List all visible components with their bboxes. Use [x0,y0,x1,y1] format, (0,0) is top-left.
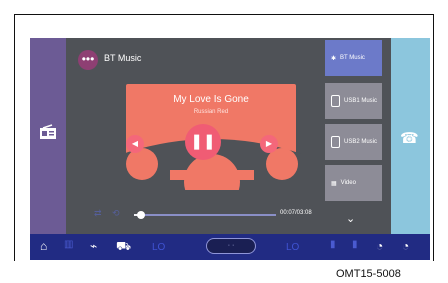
left-temp-lo[interactable]: LO [152,242,165,253]
source-usb2-music[interactable]: USB2 Music [325,124,382,160]
dots-icon[interactable]: ••• [78,50,98,70]
next-button[interactable]: ▶ [260,135,278,153]
source-label: USB1 Music [344,98,378,104]
source-usb1-music[interactable]: USB1 Music [325,83,382,119]
source-bt-music[interactable]: ✱ BT Music [325,40,382,76]
time-readout: 00:07/03:08 [280,210,312,216]
source-label: USB2 Music [344,139,378,145]
left-rail[interactable] [30,38,66,234]
chevron-down-icon[interactable]: ⌄ [346,212,355,225]
source-video[interactable]: ▦ Video [325,165,382,201]
shuffle-icon[interactable]: ⇄ [94,208,102,219]
song-title: My Love Is Gone [173,94,249,105]
previous-button[interactable]: ◀ [126,135,144,153]
right-temp-lo[interactable]: LO [286,242,299,253]
home-icon[interactable]: ⌂ [40,239,47,253]
car-icon[interactable]: ⛟ [116,239,131,255]
seat-icon[interactable]: ▮ [352,239,358,250]
pause-icon: ❚❚ [190,133,216,150]
repeat-icon[interactable]: ⟲ [112,208,120,219]
next-icon: ▶ [265,139,273,148]
seat-icon[interactable]: ▮ [330,239,336,250]
progress-bar[interactable] [134,211,276,219]
bluetooth-icon: ✱ [331,55,337,62]
seat-heat-icon[interactable]: ▥ [64,239,73,250]
progress-knob[interactable] [137,211,146,219]
pause-button[interactable]: ❚❚ [185,124,221,160]
usb-icon [331,95,340,107]
usb-icon [331,136,340,148]
fan-icon[interactable]: ◔ [402,239,409,253]
source-label: Video [340,180,356,186]
figure-caption: OMT15-5008 [336,268,401,280]
previous-icon: ◀ [131,139,139,148]
song-artist: Russian Red [193,109,229,115]
radio-icon[interactable] [39,124,57,140]
fan-icon[interactable]: ◔ [376,239,383,253]
source-label: BT Music [340,55,365,61]
bottom-bar: ⌂ ▥ ⌁ ⛟ LO · · LO ▮ ▮ ◔ ◔ [30,234,430,260]
video-icon: ▦ [331,180,337,187]
source-title: BT Music [104,53,142,63]
phone-icon[interactable]: ☎ [400,129,419,147]
fan-icon[interactable]: ⌁ [90,239,97,253]
infotainment-screen: ••• BT Music My Love Is Gone Russian Red… [30,38,430,260]
center-pill[interactable]: · · [206,238,256,254]
